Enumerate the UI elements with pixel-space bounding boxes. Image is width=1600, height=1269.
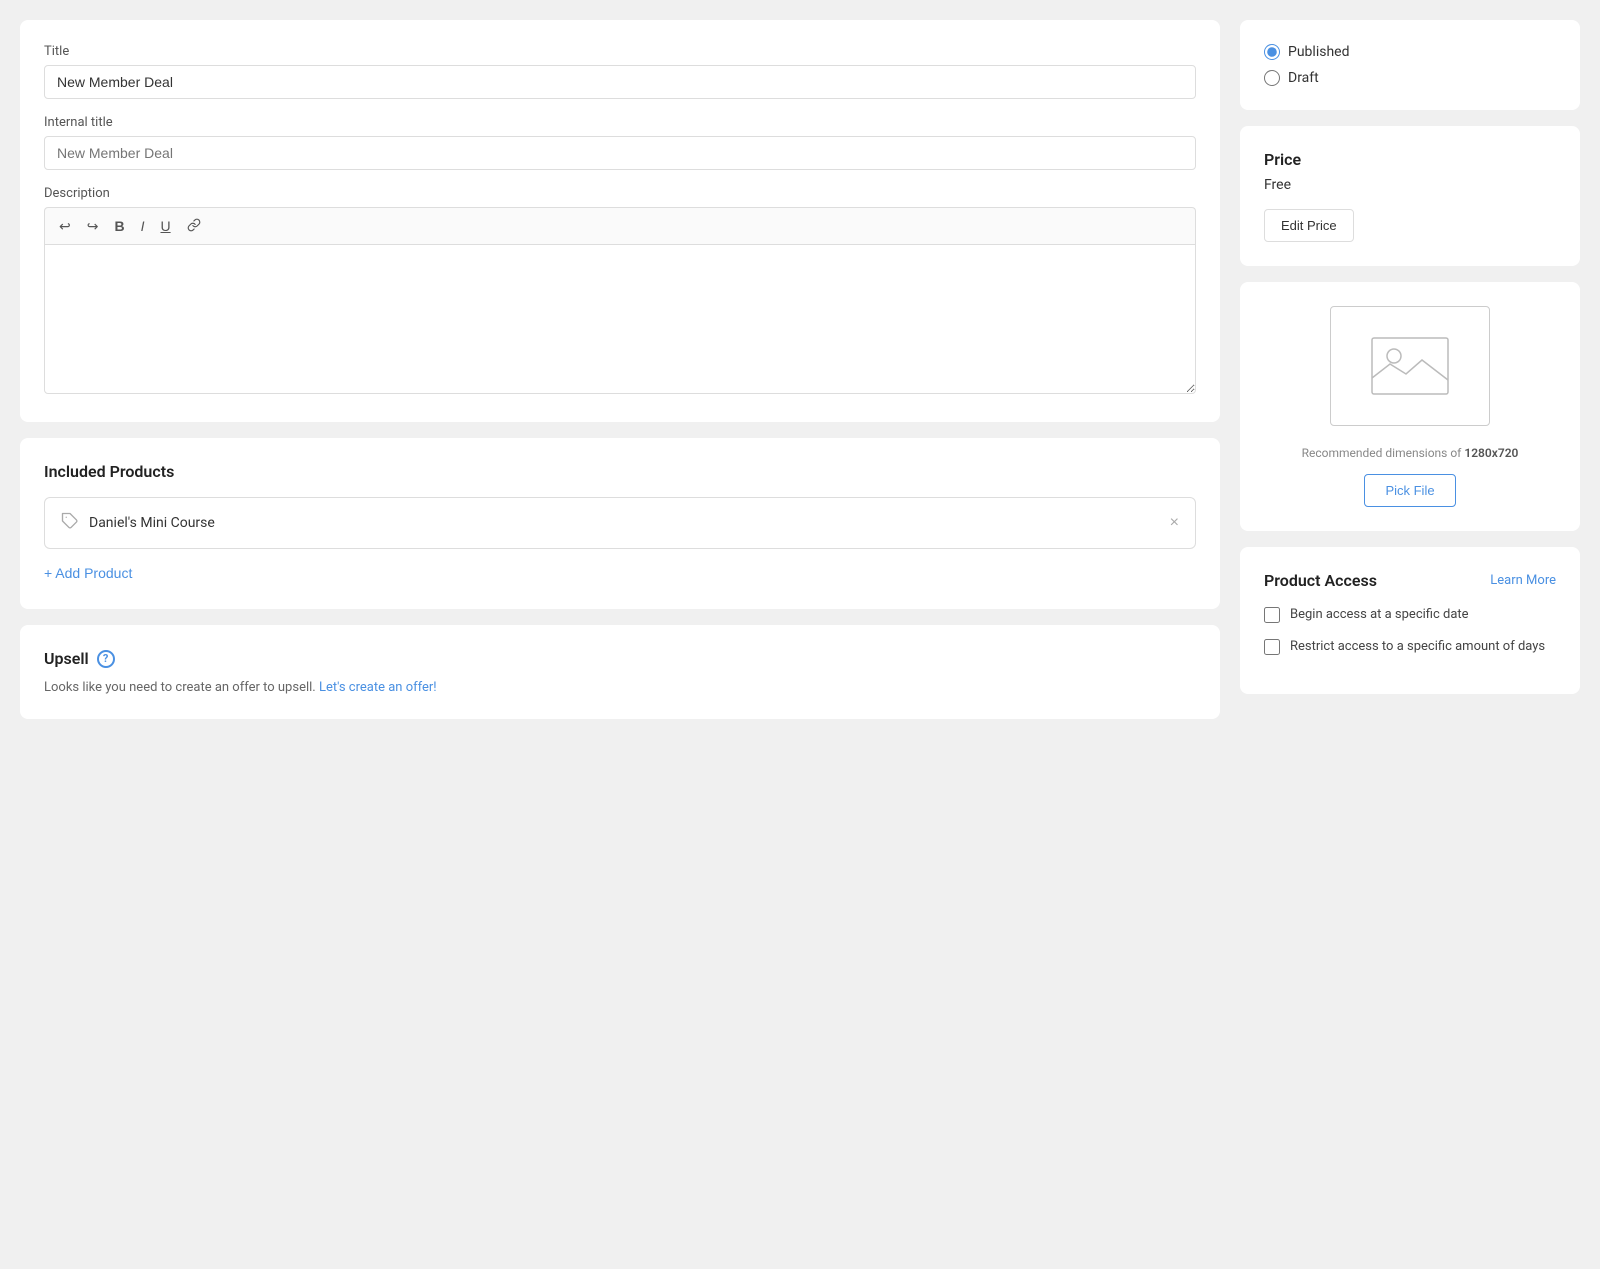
internal-title-group: Internal title bbox=[44, 115, 1196, 170]
included-products-title: Included Products bbox=[44, 462, 1196, 481]
right-column: Published Draft Price Free Edit Price bbox=[1240, 20, 1580, 719]
link-button[interactable] bbox=[181, 214, 207, 238]
product-item-left: Daniel's Mini Course bbox=[61, 512, 215, 534]
left-column: Title Internal title Description ↩ ↪ B I… bbox=[20, 20, 1220, 719]
product-access-card: Product Access Learn More Begin access a… bbox=[1240, 547, 1580, 694]
products-list: Daniel's Mini Course × bbox=[44, 497, 1196, 549]
internal-title-input[interactable] bbox=[44, 136, 1196, 170]
draft-label: Draft bbox=[1288, 70, 1319, 86]
pick-file-button[interactable]: Pick File bbox=[1364, 474, 1455, 507]
edit-price-button[interactable]: Edit Price bbox=[1264, 209, 1354, 242]
published-option[interactable]: Published bbox=[1264, 44, 1556, 60]
italic-button[interactable]: I bbox=[135, 215, 151, 237]
redo-button[interactable]: ↪ bbox=[81, 215, 105, 237]
page-wrapper: Title Internal title Description ↩ ↪ B I… bbox=[0, 0, 1600, 739]
product-access-title: Product Access bbox=[1264, 571, 1377, 590]
product-remove-button[interactable]: × bbox=[1170, 514, 1179, 532]
published-radio[interactable] bbox=[1264, 44, 1280, 60]
description-group: Description ↩ ↪ B I U bbox=[44, 186, 1196, 398]
add-product-button[interactable]: + Add Product bbox=[44, 561, 132, 585]
status-card: Published Draft bbox=[1240, 20, 1580, 110]
product-name: Daniel's Mini Course bbox=[89, 515, 215, 531]
title-input[interactable] bbox=[44, 65, 1196, 99]
access-option-text-0: Begin access at a specific date bbox=[1290, 606, 1469, 624]
access-option-0: Begin access at a specific date bbox=[1264, 606, 1556, 624]
draft-option[interactable]: Draft bbox=[1264, 70, 1556, 86]
price-title: Price bbox=[1264, 150, 1556, 169]
product-tag-icon bbox=[61, 512, 79, 534]
product-access-header: Product Access Learn More bbox=[1264, 571, 1556, 590]
status-radio-group: Published Draft bbox=[1264, 44, 1556, 86]
upsell-card: Upsell ? Looks like you need to create a… bbox=[20, 625, 1220, 719]
published-label: Published bbox=[1288, 44, 1349, 60]
description-label: Description bbox=[44, 186, 1196, 201]
access-option-1: Restrict access to a specific amount of … bbox=[1264, 638, 1556, 656]
included-products-card: Included Products Daniel's Mini Course ×… bbox=[20, 438, 1220, 609]
upsell-title-row: Upsell ? bbox=[44, 649, 1196, 668]
price-card: Price Free Edit Price bbox=[1240, 126, 1580, 266]
upsell-title: Upsell bbox=[44, 649, 89, 668]
main-card: Title Internal title Description ↩ ↪ B I… bbox=[20, 20, 1220, 422]
upsell-create-offer-link[interactable]: Let's create an offer! bbox=[319, 680, 437, 695]
description-textarea[interactable] bbox=[44, 244, 1196, 394]
product-item: Daniel's Mini Course × bbox=[44, 497, 1196, 549]
access-options-list: Begin access at a specific date Restrict… bbox=[1264, 606, 1556, 656]
draft-radio[interactable] bbox=[1264, 70, 1280, 86]
underline-button[interactable]: U bbox=[154, 215, 176, 237]
title-label: Title bbox=[44, 44, 1196, 59]
add-product-label: + Add Product bbox=[44, 565, 132, 581]
bold-button[interactable]: B bbox=[108, 215, 130, 237]
upsell-help-icon[interactable]: ? bbox=[97, 650, 115, 668]
editor-toolbar: ↩ ↪ B I U bbox=[44, 207, 1196, 244]
learn-more-link[interactable]: Learn More bbox=[1490, 573, 1556, 588]
undo-button[interactable]: ↩ bbox=[53, 215, 77, 237]
access-checkbox-1[interactable] bbox=[1264, 639, 1280, 655]
title-group: Title bbox=[44, 44, 1196, 99]
upsell-text: Looks like you need to create an offer t… bbox=[44, 680, 1196, 695]
image-card: Recommended dimensions of 1280x720 Pick … bbox=[1240, 282, 1580, 531]
access-checkbox-0[interactable] bbox=[1264, 607, 1280, 623]
image-dimensions: Recommended dimensions of 1280x720 bbox=[1302, 446, 1519, 460]
internal-title-label: Internal title bbox=[44, 115, 1196, 130]
access-option-text-1: Restrict access to a specific amount of … bbox=[1290, 638, 1545, 656]
image-placeholder bbox=[1330, 306, 1490, 426]
price-value: Free bbox=[1264, 177, 1556, 193]
